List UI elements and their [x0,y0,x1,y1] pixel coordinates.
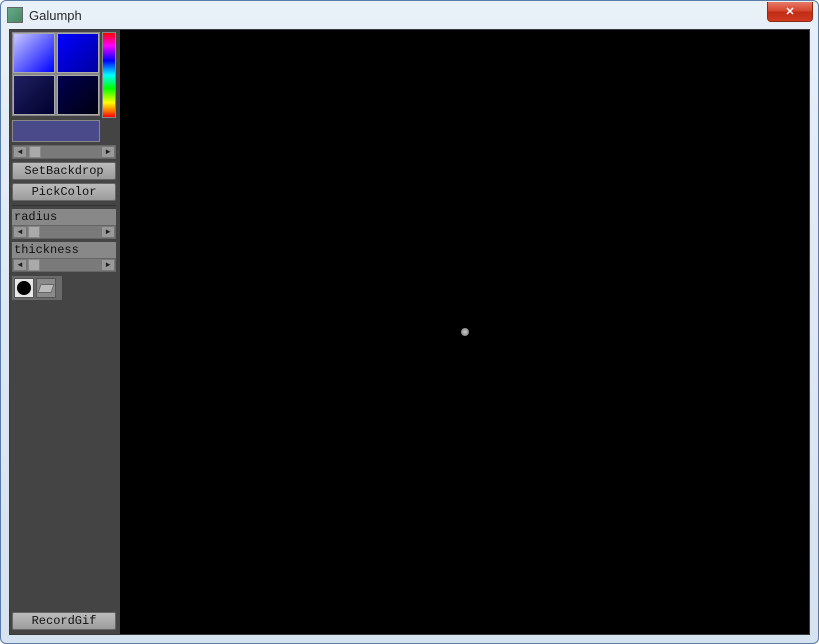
thickness-label: thickness [12,242,116,258]
eraser-icon [37,284,54,293]
close-button[interactable]: ✕ [767,2,813,22]
scroll-left-icon[interactable]: ◄ [13,226,27,238]
scroll-right-icon[interactable]: ► [101,226,115,238]
scroll-thumb[interactable] [29,146,41,158]
tool-palette [12,276,62,300]
scroll-left-icon[interactable]: ◄ [13,259,27,271]
window-title: Galumph [29,8,82,23]
titlebar[interactable]: Galumph ✕ [1,1,818,29]
hue-slider[interactable] [102,32,116,118]
color-gradient-quadrant[interactable] [13,75,55,115]
sidebar: ◄ ► SetBackdrop PickColor radius ◄ ► thi… [10,30,120,634]
color-gradient-quadrant[interactable] [57,33,99,73]
scroll-track[interactable] [27,146,101,158]
set-backdrop-button[interactable]: SetBackdrop [12,162,116,180]
scroll-left-icon[interactable]: ◄ [13,146,27,158]
app-icon [7,7,23,23]
radius-slider[interactable]: ◄ ► [12,225,116,239]
drawing-canvas[interactable] [120,30,809,634]
current-color-swatch[interactable] [12,120,100,142]
color-gradient-quadrant[interactable] [57,75,99,115]
app-window: Galumph ✕ ◄ ► [0,0,819,644]
scroll-thumb[interactable] [28,226,40,238]
radius-label: radius [12,209,116,225]
color-picker [12,32,118,118]
brush-tool[interactable] [14,278,34,298]
scroll-track[interactable] [27,226,101,238]
close-icon: ✕ [785,5,794,18]
client-area: ◄ ► SetBackdrop PickColor radius ◄ ► thi… [9,29,810,635]
color-gradient-quadrant[interactable] [13,33,55,73]
eraser-tool[interactable] [36,278,56,298]
thickness-slider[interactable]: ◄ ► [12,258,116,272]
scroll-thumb[interactable] [28,259,40,271]
brush-icon [17,281,31,295]
scroll-track[interactable] [27,259,101,271]
scroll-right-icon[interactable]: ► [101,146,115,158]
color-scrollbar[interactable]: ◄ ► [12,145,116,159]
record-gif-button[interactable]: RecordGif [12,612,116,630]
scroll-right-icon[interactable]: ► [101,259,115,271]
brush-cursor [461,328,469,336]
divider [12,205,116,206]
sidebar-spacer [12,300,118,609]
pick-color-button[interactable]: PickColor [12,183,116,201]
color-gradient-grid[interactable] [12,32,100,116]
